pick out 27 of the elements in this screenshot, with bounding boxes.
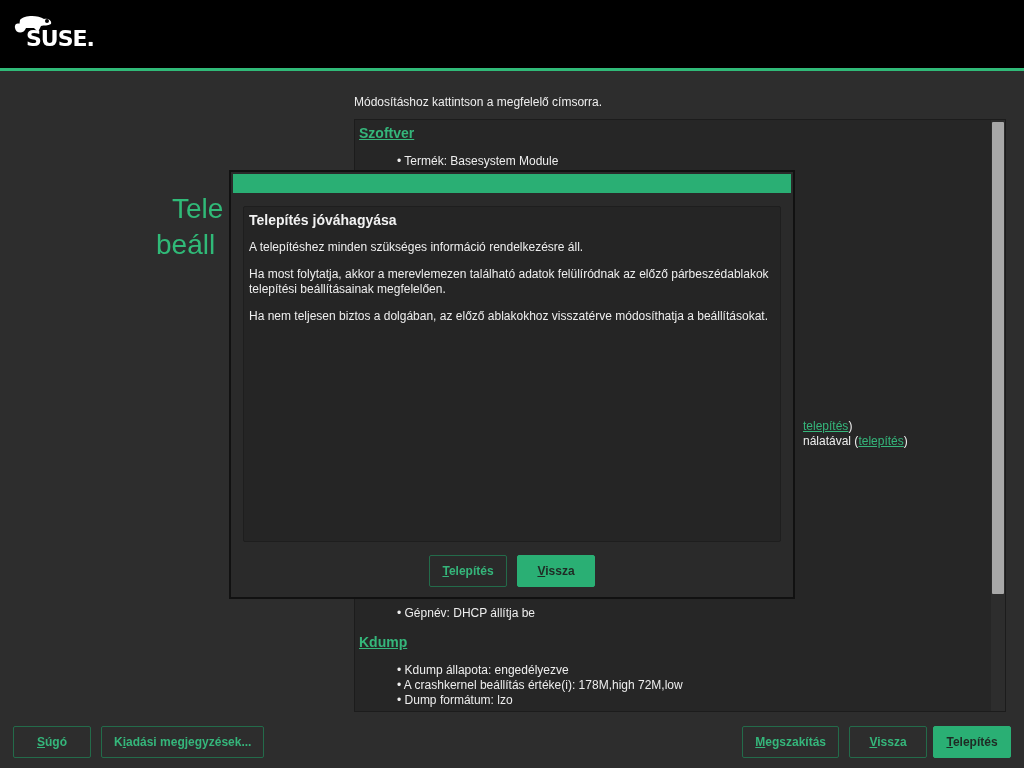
summary-item: nálatával (telepítés) [803,434,908,448]
summary-item: telepítés) [803,419,853,433]
section-heading-link[interactable]: Szoftver [359,125,415,141]
instruction-text: Módosításhoz kattintson a megfelelő címsorra. [354,95,603,110]
page-title: Tele [172,192,224,226]
button[interactable]: Vissza [517,555,595,587]
button[interactable]: Telepítés [933,725,1011,758]
dialog-text: A telepítéshez minden szükséges információ rendelkezésre áll. [249,240,585,255]
logo-text: SUSE. [26,28,94,50]
summary-item: • Gépnév: DHCP állítja be [396,606,537,621]
summary-item: • Dump formátum: lzo [396,693,514,708]
dialog-text: Ha most folytatja, akkor a merevlemezen található adatok felülíródnak az előző párbeszédablakok telepítési beállításainak megfelelően. [249,267,770,297]
install-link[interactable]: telepítés [858,434,904,448]
scrollbar[interactable] [991,120,1005,711]
dialog-heading: Telepítés jóváhagyása [249,212,398,228]
button[interactable]: Megszakítás [742,725,839,758]
summary-item: • A crashkernel beállítás értéke(i): 178M,high 72M,low [396,678,684,693]
install-link[interactable]: telepítés [803,419,849,433]
summary-item: • Kdump állapota: engedélyezve [396,663,570,678]
button[interactable]: Vissza [849,725,927,758]
button[interactable]: Kiadási megjegyzések... [101,725,265,758]
summary-item: • Termék: Basesystem Module [396,154,560,169]
dialog-text: Ha nem teljesen biztos a dolgában, az előző ablakokhoz visszatérve módosíthatja a beállításokat. [249,309,769,324]
section-heading-link[interactable]: Kdump [359,634,408,650]
button[interactable]: Telepítés [429,555,507,587]
button[interactable]: Súgó [13,725,91,758]
page-title: beáll [156,228,216,262]
